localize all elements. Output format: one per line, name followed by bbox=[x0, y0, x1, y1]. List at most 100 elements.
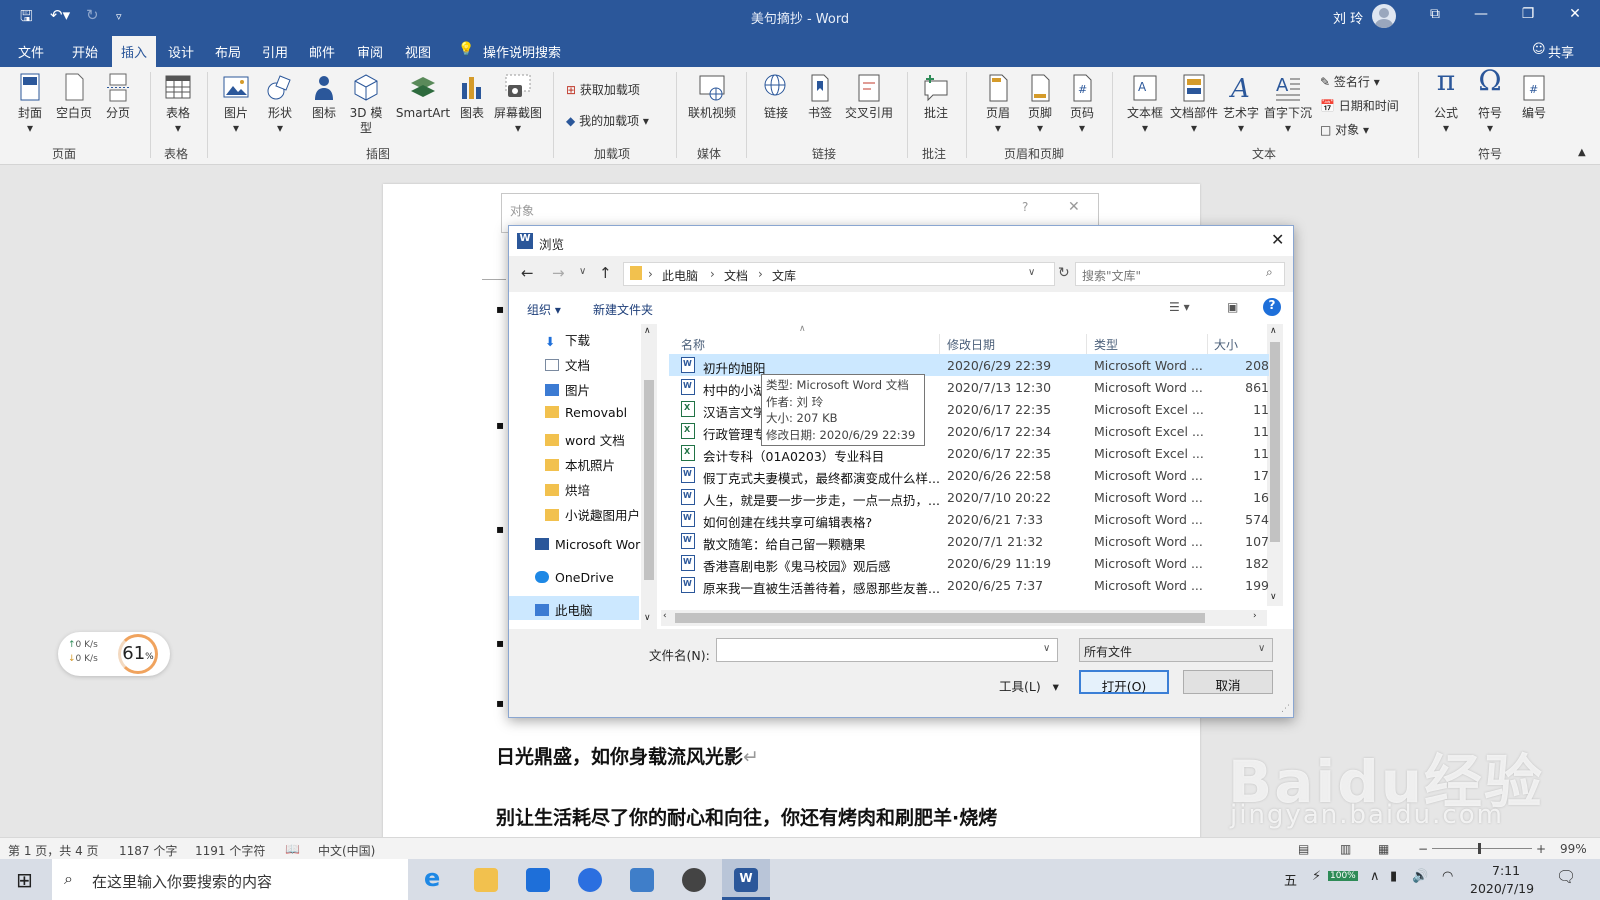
file-row[interactable]: 如何创建在线共享可编辑表格? 2020/6/21 7:33 Microsoft Wo… bbox=[669, 508, 1269, 530]
file-scrollbar[interactable]: ∧ ∨ bbox=[1267, 324, 1283, 606]
wordart-button[interactable]: A 艺术字 ▾ bbox=[1220, 73, 1262, 136]
numbering-button[interactable]: # 编号 bbox=[1516, 73, 1552, 121]
scroll-up-icon[interactable]: ∧ bbox=[1270, 326, 1277, 336]
close-icon[interactable]: ✕ bbox=[1560, 6, 1590, 22]
shapes-button[interactable]: 形状 ▾ bbox=[264, 73, 296, 136]
tab-view[interactable]: 视图 bbox=[405, 42, 431, 61]
cross-reference-button[interactable]: 交叉引用 bbox=[840, 73, 898, 121]
nav-item-onedrive[interactable]: OneDrive bbox=[535, 570, 614, 585]
column-header-date[interactable]: 修改日期 bbox=[947, 336, 995, 353]
file-row[interactable]: 散文随笔：给自己留一颗糖果 2020/7/1 21:32 Microsoft Wor… bbox=[669, 530, 1269, 552]
zoom-level[interactable]: 99% bbox=[1560, 842, 1587, 856]
footer-button[interactable]: 页脚 ▾ bbox=[1022, 73, 1058, 136]
open-button[interactable]: 打开(O) bbox=[1079, 670, 1169, 694]
nav-item-pictures[interactable]: 图片 bbox=[545, 380, 590, 399]
tab-design[interactable]: 设计 bbox=[168, 42, 194, 61]
nav-item-baking[interactable]: 烘培 bbox=[545, 480, 590, 499]
collapse-ribbon-icon[interactable]: ▲ bbox=[1578, 147, 1586, 158]
panda-app-icon[interactable] bbox=[682, 868, 706, 892]
object-button[interactable]: □ 对象 ▾ bbox=[1320, 121, 1369, 138]
file-row[interactable]: 人生，就是要一步一步走，一点一点扔，... 2020/7/10 20:22 Micr… bbox=[669, 486, 1269, 508]
page-count[interactable]: 第 1 页，共 4 页 bbox=[8, 842, 99, 859]
proofing-icon[interactable]: 📖 bbox=[285, 842, 300, 856]
web-layout-icon[interactable]: ▦ bbox=[1378, 842, 1389, 856]
preview-pane-icon[interactable]: ▣ bbox=[1227, 300, 1238, 314]
tell-me-search[interactable]: 操作说明搜索 bbox=[483, 42, 561, 61]
char-count[interactable]: 1191 个字符 bbox=[195, 842, 265, 859]
address-dropdown-icon[interactable]: ∨ bbox=[1028, 267, 1035, 278]
scroll-thumb[interactable] bbox=[644, 380, 654, 580]
file-row[interactable]: 村中的小湖2020/7/13 12:30Microsoft Word ...86… bbox=[669, 376, 1269, 398]
nav-item-novel-pics[interactable]: 小说趣图用户 bbox=[545, 505, 640, 524]
horizontal-scrollbar[interactable]: ‹ › bbox=[661, 610, 1267, 626]
column-header-size[interactable]: 大小 bbox=[1214, 336, 1238, 353]
equation-button[interactable]: π 公式 ▾ bbox=[1428, 67, 1464, 136]
print-layout-icon[interactable]: ▥ bbox=[1340, 842, 1351, 856]
file-row[interactable]: 香港喜剧电影《鬼马校园》观后感 2020/6/29 11:19 Microsoft … bbox=[669, 552, 1269, 574]
date-time-button[interactable]: 📅 日期和时间 bbox=[1320, 97, 1399, 114]
volume-icon[interactable]: 🔊 bbox=[1412, 869, 1428, 884]
tab-layout[interactable]: 布局 bbox=[215, 42, 241, 61]
taskbar-search[interactable]: ⌕ 在这里输入你要搜索的内容 bbox=[52, 859, 408, 900]
word-count[interactable]: 1187 个字 bbox=[119, 842, 177, 859]
forward-arrow-icon[interactable]: → bbox=[552, 264, 565, 282]
tab-home[interactable]: 开始 bbox=[72, 42, 98, 61]
nav-item-photos[interactable]: 本机照片 bbox=[545, 455, 615, 474]
chart-button[interactable]: 图表 bbox=[456, 73, 488, 121]
nav-item-documents[interactable]: 文档 bbox=[545, 355, 590, 374]
column-header-type[interactable]: 类型 bbox=[1094, 336, 1118, 353]
breadcrumb-this-pc[interactable]: 此电脑 bbox=[662, 267, 698, 284]
tools-button[interactable]: 工具(L) ▾ bbox=[999, 676, 1059, 695]
symbol-button[interactable]: Ω 符号 ▾ bbox=[1472, 67, 1508, 136]
battery-icon[interactable]: ▮ bbox=[1390, 869, 1397, 884]
avatar[interactable] bbox=[1372, 4, 1396, 28]
quick-parts-button[interactable]: 文档部件 ▾ bbox=[1168, 73, 1220, 136]
scroll-down-icon[interactable]: ∨ bbox=[644, 613, 651, 623]
file-row[interactable]: 汉语言文学2020/6/17 22:35Microsoft Excel ...1… bbox=[669, 398, 1269, 420]
cover-page-button[interactable]: 封面 ▾ bbox=[14, 73, 46, 136]
edge-browser-icon[interactable]: e bbox=[424, 864, 448, 892]
scroll-left-icon[interactable]: ‹ bbox=[663, 611, 667, 621]
scroll-thumb[interactable] bbox=[675, 613, 1205, 623]
file-row[interactable]: 会计专科（01A0203）专业科目 2020/6/17 22:35 Microsof… bbox=[669, 442, 1269, 464]
read-mode-icon[interactable]: ▤ bbox=[1298, 842, 1309, 856]
signature-line-button[interactable]: ✎ 签名行 ▾ bbox=[1320, 73, 1380, 90]
help-icon[interactable]: ? bbox=[1022, 200, 1028, 214]
word-taskbar-button[interactable]: W bbox=[722, 859, 770, 900]
bookmark-button[interactable]: 书签 bbox=[802, 73, 838, 121]
nav-item-this-pc[interactable]: 此电脑 bbox=[509, 596, 639, 620]
recent-locations-icon[interactable]: ∨ bbox=[579, 266, 586, 277]
breadcrumb-documents[interactable]: 文档 bbox=[724, 267, 748, 284]
document-paragraph[interactable]: 日光鼎盛，如你身载流风光影↵ bbox=[496, 742, 759, 769]
nav-item-microsoft-word[interactable]: Microsoft Wor bbox=[535, 537, 653, 552]
tab-review[interactable]: 审阅 bbox=[357, 42, 383, 61]
drop-cap-button[interactable]: A 首字下沉 ▾ bbox=[1262, 73, 1314, 136]
header-button[interactable]: 页眉 ▾ bbox=[980, 73, 1016, 136]
ime-indicator[interactable]: 五 bbox=[1284, 870, 1297, 889]
icons-button[interactable]: 图标 bbox=[308, 73, 340, 121]
notification-icon[interactable]: 🗨 bbox=[1556, 867, 1576, 886]
mail-icon[interactable] bbox=[526, 868, 550, 892]
resize-grip-icon[interactable]: ⋰ bbox=[1281, 704, 1290, 714]
column-header-name[interactable]: 名称 bbox=[681, 336, 705, 353]
file-row[interactable]: 原来我一直被生活善待着，感恩那些友善... 2020/6/25 7:37 Micro… bbox=[669, 574, 1269, 596]
refresh-icon[interactable]: ↻ bbox=[1058, 265, 1070, 281]
scroll-thumb[interactable] bbox=[1270, 342, 1280, 542]
restore-icon[interactable]: ❐ bbox=[1513, 6, 1543, 22]
nav-item-removable[interactable]: Removabl bbox=[545, 405, 627, 420]
share-button[interactable]: 共享 bbox=[1548, 42, 1574, 61]
table-button[interactable]: 表格 ▾ bbox=[160, 73, 196, 136]
nav-item-word-docs[interactable]: word 文档 bbox=[545, 430, 625, 449]
tab-file[interactable]: 文件 bbox=[18, 42, 44, 61]
my-addins-button[interactable]: ◆ 我的加载项 ▾ bbox=[566, 112, 649, 129]
file-row[interactable]: 假丁克式夫妻模式，最终都演变成什么样... 2020/6/26 22:58 Micr… bbox=[669, 464, 1269, 486]
wifi-icon[interactable]: ◠ bbox=[1442, 869, 1453, 884]
up-arrow-icon[interactable]: ↑ bbox=[599, 264, 612, 282]
link-button[interactable]: 链接 bbox=[758, 73, 794, 121]
get-addins-button[interactable]: ⊞ 获取加载项 bbox=[566, 81, 640, 98]
back-arrow-icon[interactable]: ← bbox=[521, 264, 534, 282]
windows-start-icon[interactable]: ⊞ bbox=[16, 868, 33, 892]
user-name[interactable]: 刘 玲 bbox=[1333, 8, 1363, 27]
clock-time[interactable]: 7:11 bbox=[1492, 863, 1520, 878]
new-folder-button[interactable]: 新建文件夹 bbox=[593, 301, 653, 318]
